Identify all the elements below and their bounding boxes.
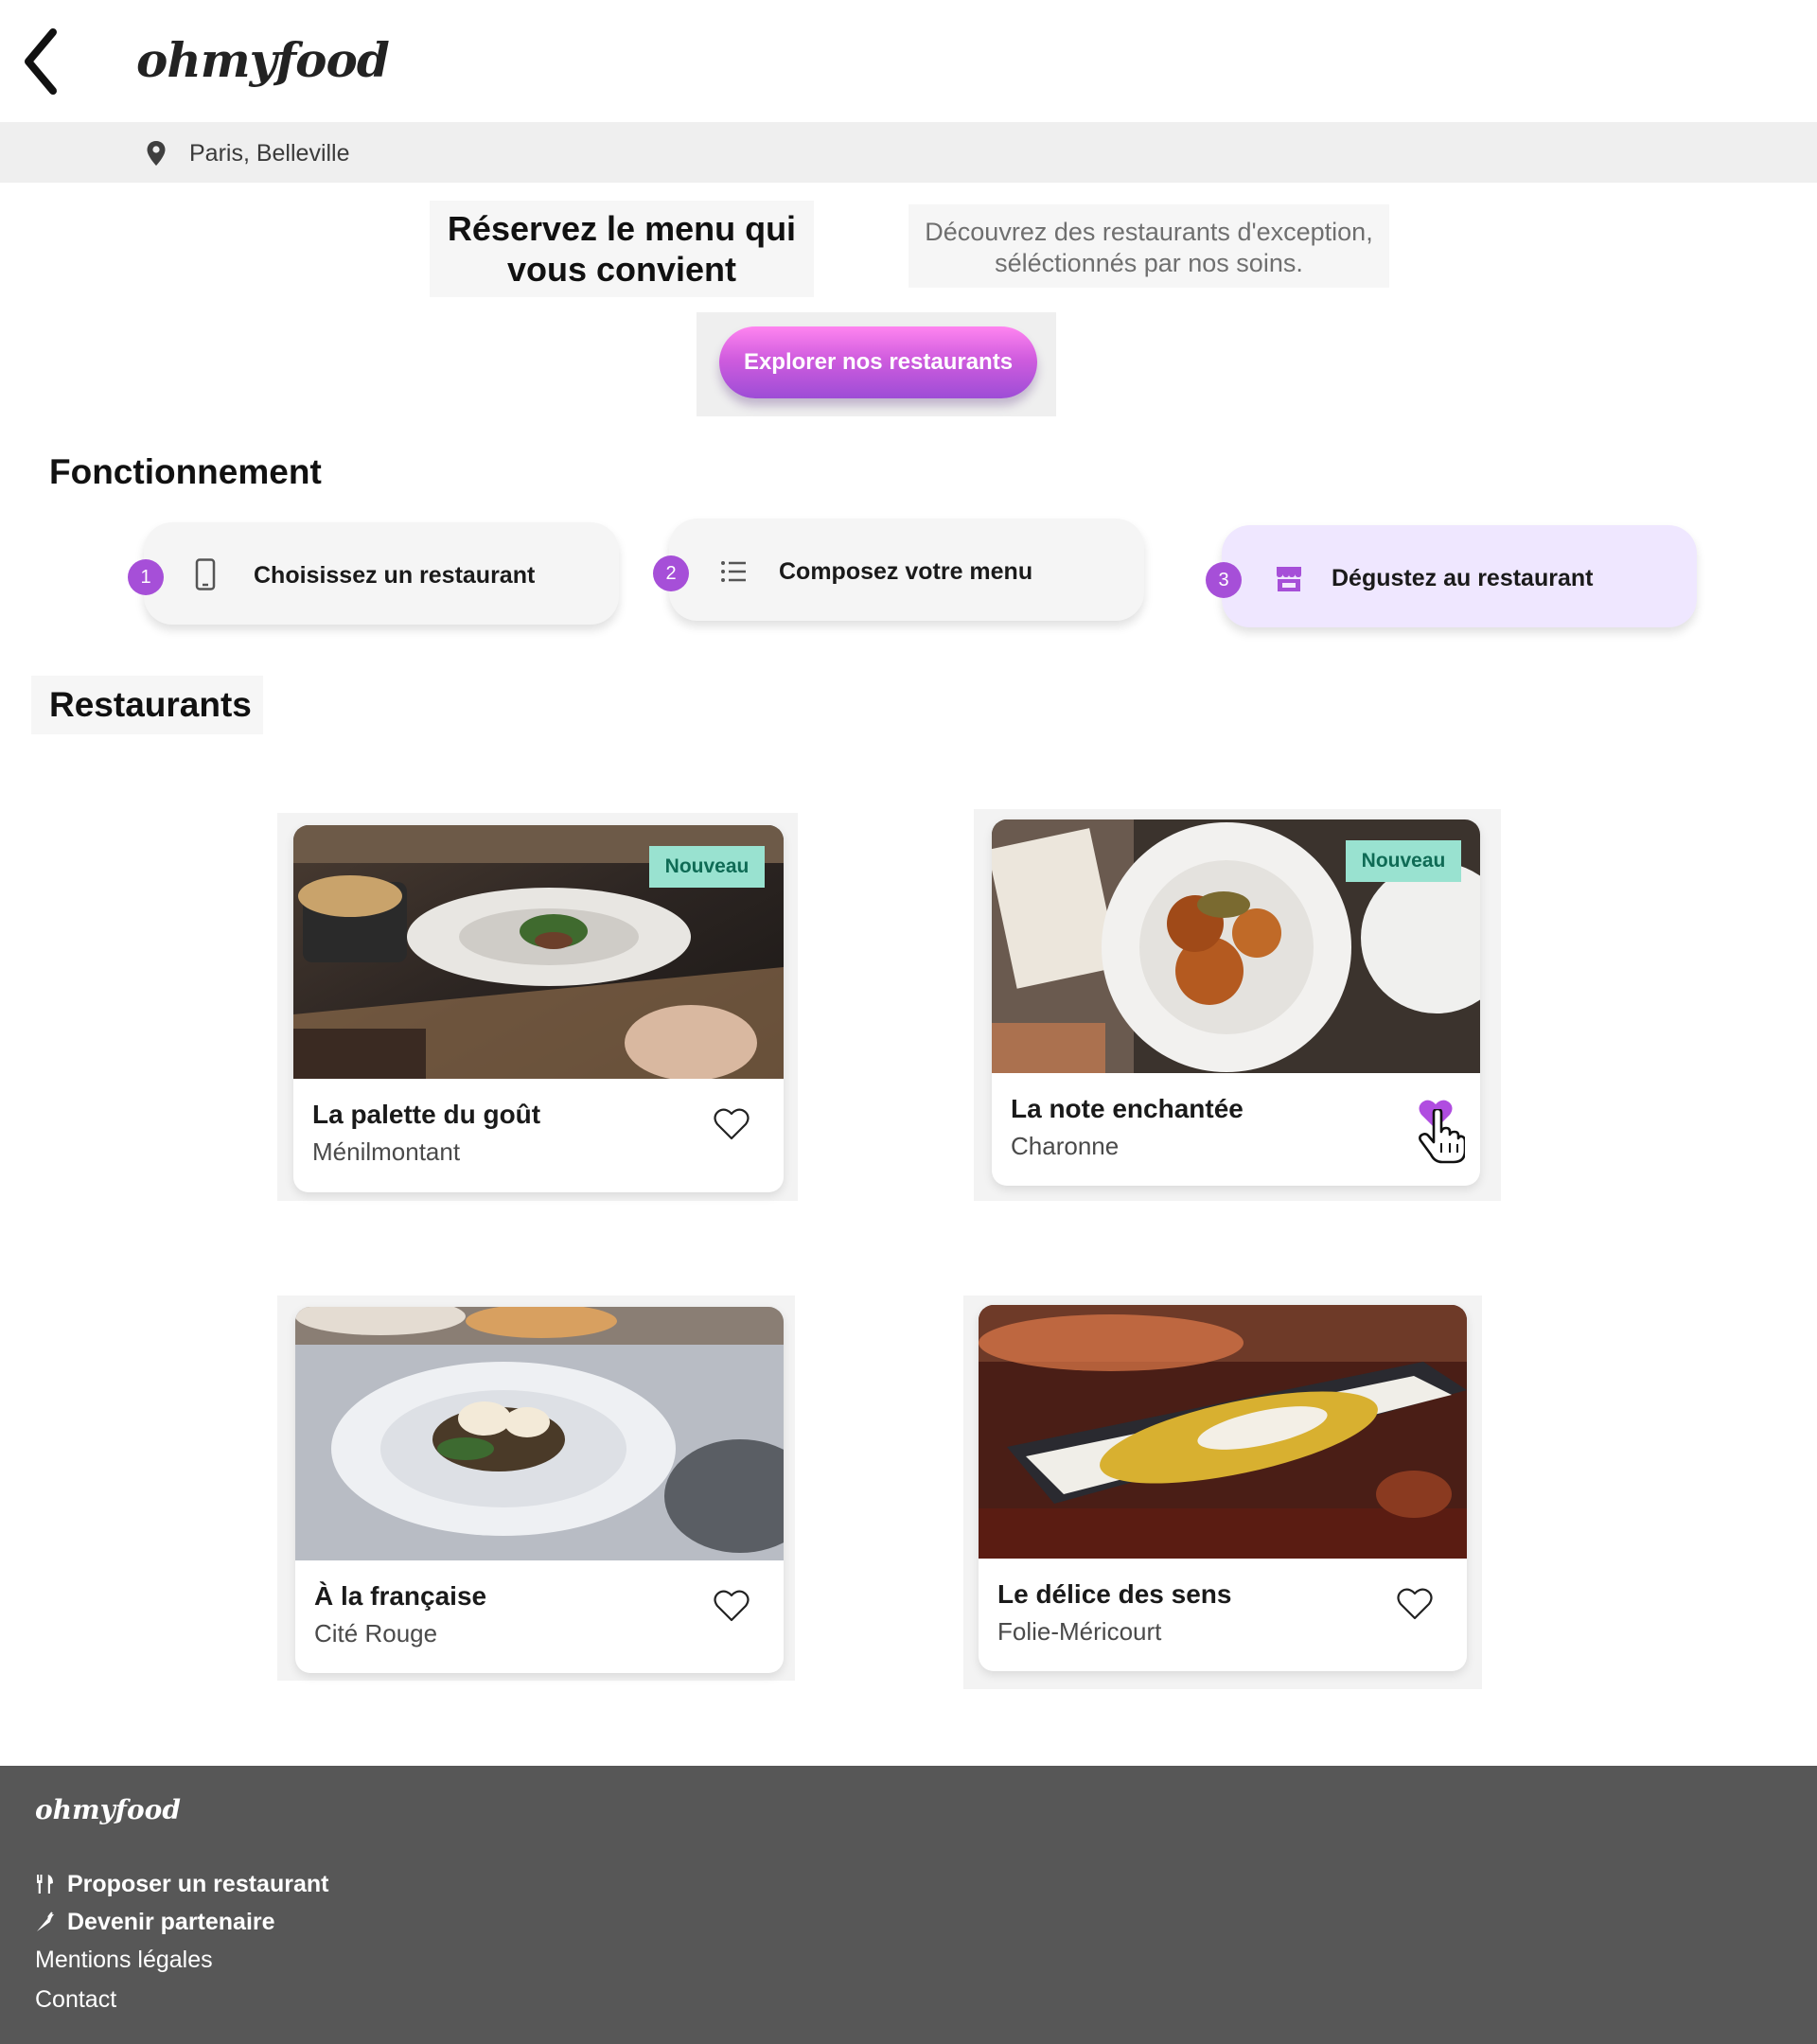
list-icon	[721, 561, 746, 582]
map-pin-icon	[147, 141, 166, 166]
hero-title: Réservez le menu qui vous convient	[430, 201, 814, 297]
heart-icon[interactable]	[714, 1589, 750, 1623]
restaurant-name: La note enchantée	[1011, 1094, 1244, 1123]
restaurant-area: Folie-Méricourt	[997, 1617, 1162, 1646]
hand-pointer-icon	[1419, 1109, 1465, 1164]
step-number-1: 1	[128, 559, 164, 595]
heart-icon[interactable]	[714, 1107, 750, 1141]
hero-subtitle-line2: séléctionnés par nos soins.	[995, 249, 1303, 277]
restaurant-card[interactable]: Nouveau La palette du goût Ménilmontant	[293, 825, 784, 1192]
restaurant-area: Ménilmontant	[312, 1137, 461, 1166]
restaurant-name: À la française	[314, 1581, 487, 1611]
heart-icon[interactable]	[1397, 1587, 1433, 1621]
explore-restaurants-button[interactable]: Explorer nos restaurants	[719, 326, 1037, 398]
header: ohmyfood	[0, 0, 1817, 122]
restaurant-area: Charonne	[1011, 1132, 1120, 1160]
step-label-2: Composez votre menu	[779, 558, 1033, 585]
restaurant-area: Cité Rouge	[314, 1619, 438, 1648]
store-icon	[1277, 567, 1301, 591]
new-badge: Nouveau	[1346, 840, 1461, 882]
location-bar: Paris, Belleville	[0, 122, 1817, 183]
smartphone-icon	[195, 558, 216, 590]
footer-link-propose-restaurant[interactable]: Proposer un restaurant	[35, 1871, 328, 1898]
restaurant-card[interactable]: Le délice des sens Folie-Méricourt	[979, 1305, 1467, 1671]
step-label-1: Choisissez un restaurant	[254, 562, 536, 589]
footer-link-become-partner[interactable]: Devenir partenaire	[35, 1909, 275, 1936]
footer-link-label: Proposer un restaurant	[67, 1871, 329, 1897]
carrot-icon	[37, 1912, 54, 1931]
restaurant-name: Le délice des sens	[997, 1579, 1232, 1609]
location-text: Paris, Belleville	[189, 140, 350, 167]
restaurant-photo	[979, 1305, 1467, 1559]
hero-subtitle: Découvrez des restaurants d'exception, s…	[908, 204, 1389, 288]
utensils-icon	[37, 1875, 53, 1894]
hero-title-line1: Réservez le menu qui	[447, 209, 797, 248]
step-number-3: 3	[1206, 562, 1242, 598]
footer-link-legal[interactable]: Mentions légales	[35, 1947, 213, 1974]
hero-subtitle-line1: Découvrez des restaurants d'exception,	[925, 218, 1373, 246]
step-number-2: 2	[653, 555, 689, 591]
restaurant-card[interactable]: À la française Cité Rouge	[295, 1307, 784, 1673]
hero-title-line2: vous convient	[506, 250, 737, 289]
how-it-works-title: Fonctionnement	[49, 452, 322, 491]
footer-logo[interactable]: ohmyfood	[35, 1794, 181, 1825]
cta-container: Explorer nos restaurants	[697, 312, 1056, 416]
step-label-3: Dégustez au restaurant	[1332, 565, 1594, 591]
restaurant-photo	[295, 1307, 784, 1560]
restaurant-name: La palette du goût	[312, 1100, 541, 1129]
back-chevron-icon[interactable]	[21, 26, 62, 97]
new-badge: Nouveau	[649, 846, 765, 888]
footer: ohmyfood Proposer un restaurant Devenir …	[0, 1766, 1817, 2044]
footer-link-contact[interactable]: Contact	[35, 1986, 116, 2014]
restaurants-title: Restaurants	[49, 685, 252, 724]
logo[interactable]: ohmyfood	[136, 32, 390, 88]
restaurant-card[interactable]: Nouveau La note enchantée Charonne	[992, 819, 1480, 1186]
footer-link-label: Devenir partenaire	[67, 1909, 275, 1935]
